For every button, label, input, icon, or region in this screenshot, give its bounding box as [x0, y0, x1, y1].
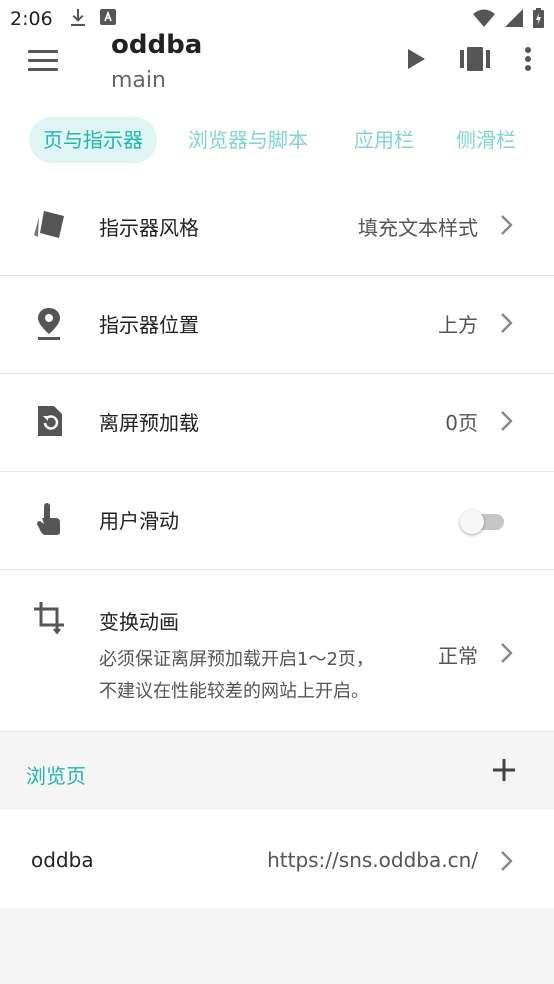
tab-browser-script[interactable]: 浏览器与脚本 — [174, 117, 322, 163]
setting-description: 必须保证离屏预加载开启1～2页， 不建议在性能较差的网站上开启。 — [99, 649, 374, 702]
pages-section-header: 浏览页 — [0, 732, 554, 810]
app-subtitle: main — [111, 68, 166, 93]
chevron-right-icon — [500, 312, 514, 334]
play-icon[interactable] — [406, 48, 426, 74]
a-notification-icon — [100, 9, 116, 31]
tab-app-bar[interactable]: 应用栏 — [340, 117, 428, 163]
setting-value: 上方 — [438, 313, 478, 337]
more-vert-icon[interactable] — [524, 46, 532, 76]
signal-icon — [505, 9, 523, 31]
setting-user-swipe[interactable]: 用户滑动 — [0, 472, 554, 570]
setting-indicator-style[interactable]: 指示器风格 填充文本样式 — [0, 180, 554, 276]
preload-refresh-icon — [32, 404, 66, 438]
app-bar: oddba main — [0, 30, 554, 102]
page-list-item[interactable]: oddba https://sns.oddba.cn/ — [0, 810, 554, 908]
setting-value: 0页 — [445, 411, 478, 435]
setting-label: 离屏预加载 — [99, 411, 199, 435]
app-title: oddba — [111, 30, 203, 60]
setting-label: 指示器风格 — [99, 216, 199, 240]
style-tags-icon — [32, 208, 66, 242]
setting-offscreen-preload[interactable]: 离屏预加载 0页 — [0, 374, 554, 472]
setting-indicator-position[interactable]: 指示器位置 上方 — [0, 276, 554, 374]
touch-swipe-icon — [32, 502, 66, 536]
section-title: 浏览页 — [26, 764, 86, 788]
wifi-icon — [473, 9, 495, 31]
user-swipe-toggle[interactable] — [460, 510, 506, 534]
crop-rotate-icon — [32, 600, 66, 635]
page-url: https://sns.oddba.cn/ — [267, 848, 478, 872]
setting-label: 用户滑动 — [99, 509, 179, 533]
tab-pages-indicator[interactable]: 页与指示器 — [29, 117, 157, 163]
status-time: 2:06 — [10, 8, 53, 30]
setting-label: 指示器位置 — [99, 313, 199, 337]
download-icon — [70, 9, 86, 31]
view-mode-icon[interactable] — [460, 47, 490, 75]
plus-icon[interactable] — [492, 758, 516, 782]
tab-bar: 页与指示器 浏览器与脚本 应用栏 侧滑栏 — [0, 102, 554, 180]
settings-list: 指示器风格 填充文本样式 指示器位置 上方 离屏预加载 0页 用户滑动 变换动画… — [0, 180, 554, 732]
setting-transition-animation[interactable]: 变换动画 必须保证离屏预加载开启1～2页， 不建议在性能较差的网站上开启。 正常 — [0, 570, 554, 732]
status-bar: 2:06 — [0, 0, 554, 36]
setting-label: 变换动画 — [99, 610, 179, 634]
chevron-right-icon — [500, 850, 514, 872]
battery-icon — [533, 8, 544, 32]
page-name: oddba — [31, 848, 94, 872]
menu-icon[interactable] — [28, 48, 60, 74]
location-pin-icon — [32, 306, 66, 340]
setting-value: 填充文本样式 — [358, 216, 478, 240]
setting-value: 正常 — [438, 644, 478, 668]
tab-side-drawer[interactable]: 侧滑栏 — [442, 117, 530, 163]
chevron-right-icon — [500, 642, 514, 664]
chevron-right-icon — [500, 214, 514, 236]
chevron-right-icon — [500, 410, 514, 432]
